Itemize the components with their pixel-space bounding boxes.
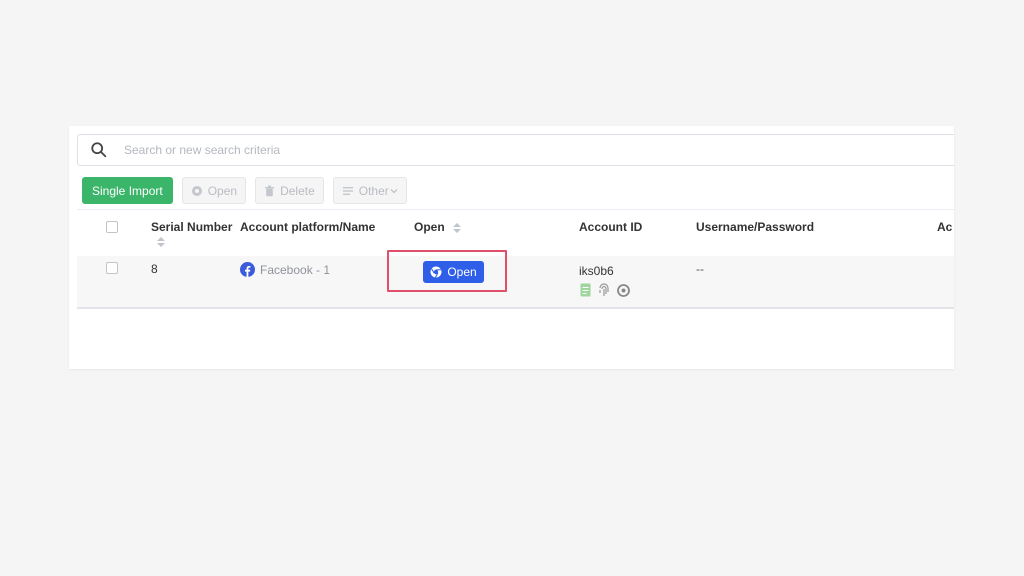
table-header: Serial Number Account platform/Name Open…	[77, 209, 954, 258]
open-button[interactable]: Open	[181, 177, 247, 204]
platform-name: Facebook - 1	[260, 262, 331, 277]
sort-icon[interactable]	[452, 222, 462, 234]
highlight-box	[387, 250, 507, 292]
chevron-down-icon	[390, 188, 398, 193]
serial-number-header[interactable]: Serial Number	[151, 220, 232, 249]
platform-cell: Facebook - 1	[240, 262, 330, 277]
sort-icon[interactable]	[156, 236, 166, 248]
truncated-header: Ac	[937, 220, 953, 234]
table-row[interactable]: 8 Facebook - 1 Open iks0b6 --	[77, 256, 954, 309]
toolbar: Single Import Open Delete Other	[82, 177, 407, 204]
search-bar[interactable]	[77, 134, 954, 166]
trash-icon	[265, 185, 275, 196]
delete-button[interactable]: Delete	[255, 177, 324, 204]
serial-number-cell: 8	[151, 262, 158, 276]
account-icons	[580, 283, 630, 297]
list-icon	[342, 186, 353, 195]
accounts-panel: Single Import Open Delete Other	[69, 126, 954, 369]
delete-button-label: Delete	[280, 183, 315, 198]
open-header[interactable]: Open	[414, 220, 462, 234]
account-id-cell: iks0b6	[579, 264, 614, 278]
account-platform-header: Account platform/Name	[240, 220, 376, 234]
single-import-button[interactable]: Single Import	[82, 177, 173, 204]
search-input[interactable]	[122, 142, 954, 158]
fingerprint-icon[interactable]	[598, 283, 610, 297]
other-dropdown[interactable]: Other	[332, 177, 407, 204]
serial-number-header-label: Serial Number	[151, 220, 233, 234]
username-password-header: Username/Password	[696, 220, 815, 234]
row-checkbox[interactable]	[106, 262, 118, 274]
open-button-label: Open	[207, 183, 238, 198]
account-id-header: Account ID	[579, 220, 643, 234]
select-all-checkbox[interactable]	[106, 221, 118, 233]
username-password-cell: --	[696, 262, 704, 276]
browser-icon	[191, 185, 202, 196]
open-header-label: Open	[414, 220, 445, 234]
settings-icon[interactable]	[617, 283, 630, 297]
document-icon[interactable]	[580, 283, 591, 297]
single-import-label: Single Import	[92, 183, 163, 198]
facebook-icon	[240, 262, 255, 277]
search-icon	[91, 142, 107, 158]
other-dropdown-label: Other	[358, 183, 389, 198]
